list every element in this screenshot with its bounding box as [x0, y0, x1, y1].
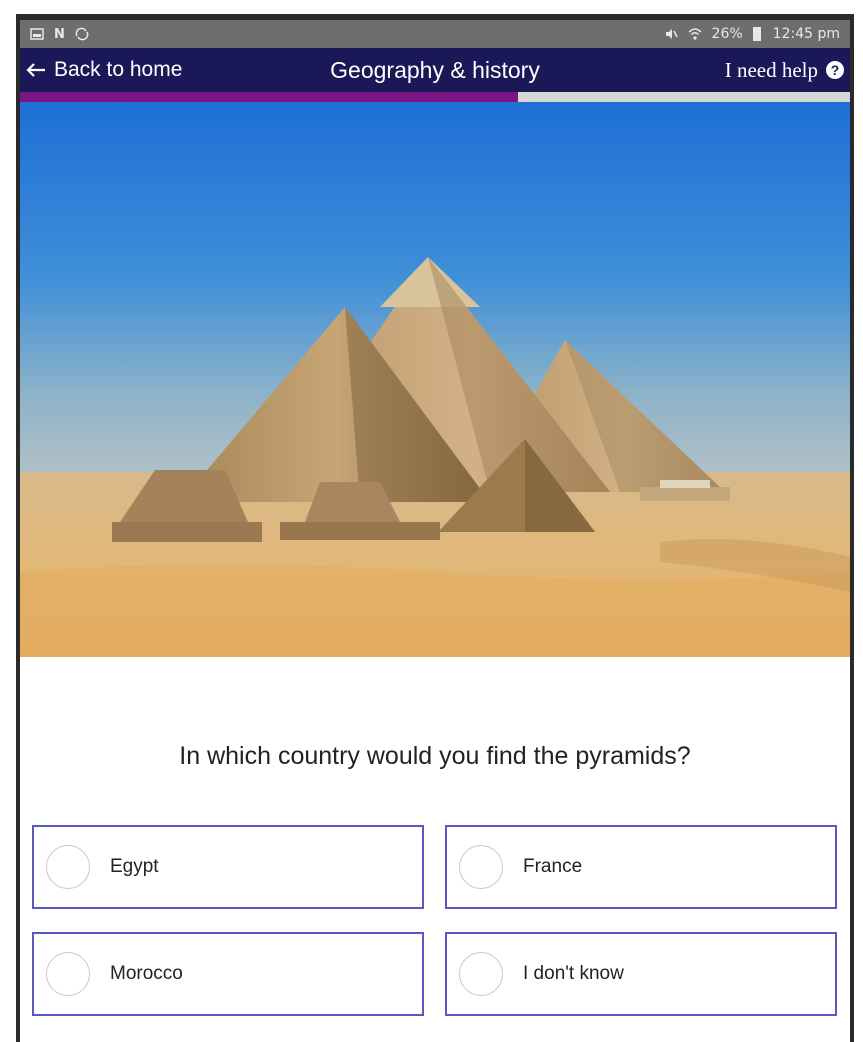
- status-bar: N 26% 12:45 pm: [20, 20, 850, 48]
- back-label: Back to home: [54, 58, 183, 81]
- status-right-icons: 26% 12:45 pm: [664, 26, 840, 42]
- radio-button[interactable]: [459, 952, 503, 996]
- status-left-icons: N: [30, 27, 89, 42]
- radio-button[interactable]: [46, 845, 90, 889]
- status-time: 12:45 pm: [772, 26, 840, 42]
- answer-option-morocco[interactable]: Morocco: [32, 932, 424, 1016]
- wifi-icon: [688, 28, 702, 40]
- option-label: Morocco: [110, 963, 183, 984]
- screenshot-frame: N 26% 12:45 pm Back to home Geography & …: [0, 0, 863, 1042]
- help-icon: ?: [826, 61, 844, 79]
- nfc-icon: N: [54, 26, 65, 42]
- answer-option-france[interactable]: France: [445, 825, 837, 909]
- option-label: France: [523, 856, 583, 877]
- radio-button[interactable]: [459, 845, 503, 889]
- battery-percent: 26%: [711, 26, 743, 42]
- help-label: I need help: [724, 57, 818, 82]
- help-button[interactable]: I need help ?: [725, 48, 844, 92]
- quiz-progress-bar: [20, 92, 850, 102]
- radio-button[interactable]: [46, 952, 90, 996]
- app-header: Back to home Geography & history I need …: [20, 48, 850, 92]
- progress-fill: [20, 92, 518, 102]
- answer-option-egypt[interactable]: Egypt: [32, 825, 424, 909]
- answer-option-dont-know[interactable]: I don't know: [445, 932, 837, 1016]
- option-label: Egypt: [110, 856, 159, 877]
- back-to-home-button[interactable]: Back to home: [26, 48, 182, 92]
- arrow-left-icon: [26, 63, 45, 77]
- tablet-screen: N 26% 12:45 pm Back to home Geography & …: [16, 14, 854, 1042]
- pyramids-illustration: [20, 102, 850, 657]
- option-label: I don't know: [523, 963, 624, 984]
- mute-icon: [665, 29, 678, 39]
- question-text: In which country would you find the pyra…: [179, 742, 691, 770]
- battery-icon: [752, 27, 761, 41]
- gallery-icon: [30, 28, 44, 40]
- pyramids-photo: [20, 102, 850, 657]
- sync-icon: [75, 27, 89, 41]
